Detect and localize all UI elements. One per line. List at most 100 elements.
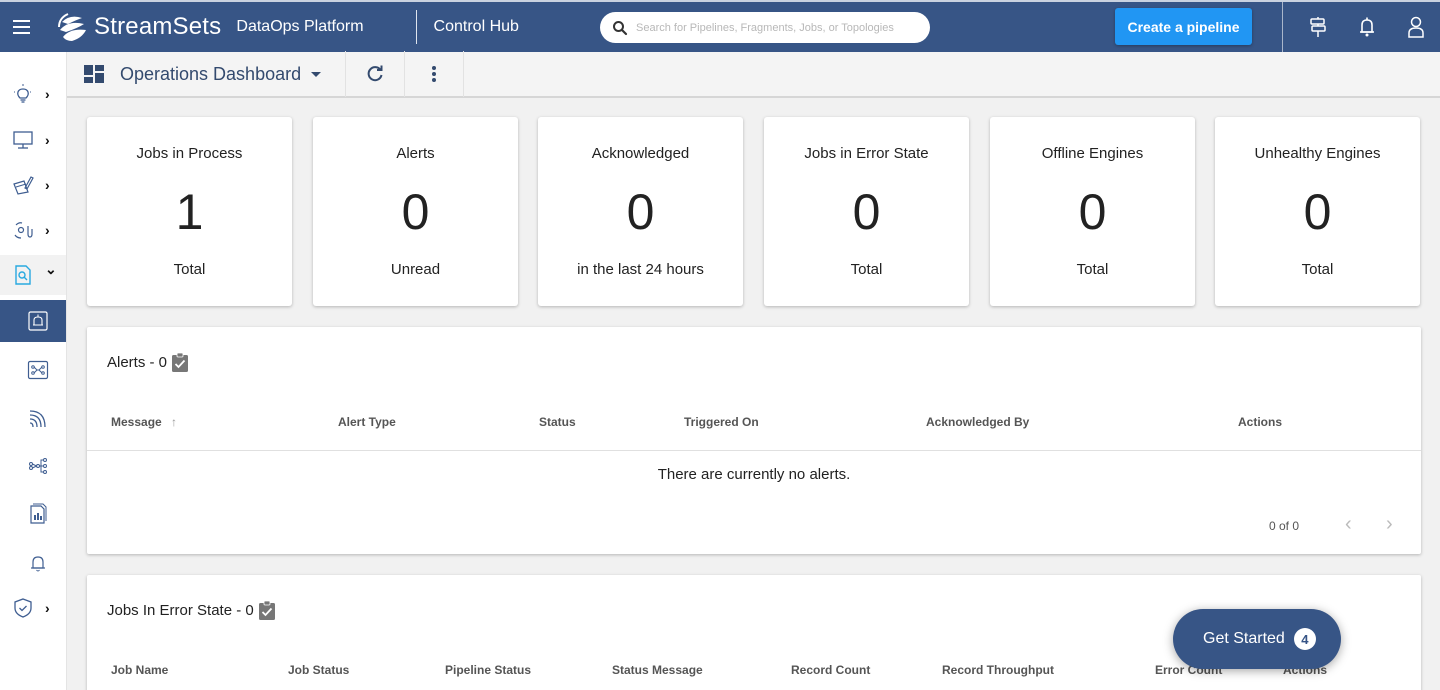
column-header-status-message[interactable]: Status Message bbox=[612, 663, 703, 677]
chevron-right-icon: › bbox=[45, 86, 50, 102]
get-started-button[interactable]: Get Started 4 bbox=[1173, 609, 1341, 669]
pipeline-nodes-icon bbox=[27, 455, 49, 477]
stat-subtitle: in the last 24 hours bbox=[577, 261, 704, 278]
signal-icon bbox=[27, 407, 49, 429]
stat-value: 0 bbox=[401, 184, 430, 240]
search-input[interactable] bbox=[636, 21, 926, 34]
stat-title: Acknowledged bbox=[591, 145, 690, 162]
header-divider bbox=[415, 10, 417, 44]
stat-title: Jobs in Error State bbox=[804, 145, 929, 162]
pagination-range: 0 of 0 bbox=[1269, 519, 1300, 533]
stat-card-offline-engines[interactable]: Offline Engines 0 Total bbox=[990, 117, 1195, 306]
global-search[interactable] bbox=[600, 12, 930, 43]
column-header-pipeline-status[interactable]: Pipeline Status bbox=[445, 663, 531, 677]
dashboard-toolbar: Operations Dashboard bbox=[67, 51, 1440, 98]
stat-card-jobs-in-error[interactable]: Jobs in Error State 0 Total bbox=[764, 117, 969, 306]
lightbulb-icon bbox=[12, 83, 34, 105]
sidebar-item-operate[interactable]: ⌄ bbox=[0, 255, 66, 295]
refresh-icon bbox=[367, 65, 383, 82]
jobs-error-panel-title: Jobs In Error State - 0 bbox=[107, 601, 254, 619]
sidebar-item-fragments[interactable] bbox=[0, 446, 66, 486]
chevron-right-icon: › bbox=[45, 132, 50, 148]
stat-card-jobs-in-process[interactable]: Jobs in Process 1 Total bbox=[87, 117, 292, 306]
user-icon[interactable] bbox=[1403, 14, 1429, 40]
stat-value: 0 bbox=[1303, 184, 1332, 240]
column-header-alert-type[interactable]: Alert Type bbox=[338, 415, 396, 429]
caret-down-icon bbox=[311, 71, 322, 77]
sidebar: › › › › ⌄ › bbox=[0, 52, 67, 690]
shield-check-icon bbox=[12, 597, 34, 619]
chevron-right-icon: › bbox=[45, 177, 50, 193]
next-page-button[interactable]: › bbox=[1386, 513, 1393, 536]
previous-page-button[interactable]: ‹ bbox=[1345, 513, 1352, 536]
stat-card-unhealthy-engines[interactable]: Unhealthy Engines 0 Total bbox=[1215, 117, 1420, 306]
menu-button[interactable] bbox=[0, 2, 42, 52]
stat-card-alerts[interactable]: Alerts 0 Unread bbox=[313, 117, 518, 306]
column-header-message[interactable]: Message ↑ bbox=[111, 415, 177, 429]
search-document-icon bbox=[12, 264, 34, 286]
stat-title: Offline Engines bbox=[1041, 145, 1144, 162]
chevron-down-icon: ⌄ bbox=[45, 261, 57, 277]
stat-subtitle: Total bbox=[173, 261, 206, 278]
engines-icon bbox=[12, 219, 34, 241]
create-pipeline-button[interactable]: Create a pipeline bbox=[1115, 8, 1252, 45]
table-header-divider bbox=[87, 450, 1421, 451]
streamsets-logo[interactable]: StreamSets bbox=[56, 10, 221, 44]
dashboard-selector[interactable]: Operations Dashboard bbox=[67, 51, 347, 97]
alarm-icon bbox=[27, 310, 49, 332]
chevron-right-icon: › bbox=[45, 222, 50, 238]
stat-subtitle: Total bbox=[850, 261, 883, 278]
get-started-label: Get Started bbox=[1203, 630, 1285, 647]
more-options-button[interactable] bbox=[405, 51, 465, 97]
hamburger-icon bbox=[12, 18, 30, 36]
chevron-right-icon: › bbox=[45, 600, 50, 616]
stat-subtitle: Total bbox=[1301, 261, 1334, 278]
column-header-acknowledged-by[interactable]: Acknowledged By bbox=[926, 415, 1029, 429]
streamsets-logo-icon bbox=[58, 13, 86, 41]
sidebar-item-security[interactable]: › bbox=[0, 588, 66, 628]
empty-alerts-message: There are currently no alerts. bbox=[657, 466, 851, 483]
signpost-icon[interactable] bbox=[1305, 14, 1331, 40]
sidebar-item-reports[interactable] bbox=[0, 494, 66, 534]
sidebar-item-monitor[interactable]: › bbox=[0, 120, 66, 160]
stat-value: 0 bbox=[1078, 184, 1107, 240]
dashboard-icon bbox=[84, 65, 104, 83]
sidebar-item-getting-started[interactable]: › bbox=[0, 74, 66, 114]
stat-subtitle: Unread bbox=[390, 261, 441, 278]
column-header-record-count[interactable]: Record Count bbox=[791, 663, 870, 677]
header-divider-right bbox=[1282, 2, 1283, 52]
product-name[interactable]: Control Hub bbox=[434, 18, 519, 36]
column-header-job-status[interactable]: Job Status bbox=[288, 663, 349, 677]
column-header-triggered-on[interactable]: Triggered On bbox=[684, 415, 759, 429]
clipboard-check-icon[interactable] bbox=[258, 600, 276, 620]
stat-subtitle: Total bbox=[1076, 261, 1109, 278]
column-header-job-name[interactable]: Job Name bbox=[111, 663, 168, 677]
dashboard-title: Operations Dashboard bbox=[120, 63, 302, 84]
stat-title: Unhealthy Engines bbox=[1254, 145, 1381, 162]
search-icon bbox=[613, 20, 628, 35]
column-header-actions: Actions bbox=[1238, 415, 1283, 429]
jobs-error-panel-header: Jobs In Error State - 0 bbox=[107, 600, 276, 620]
alerts-panel-title: Alerts - 0 bbox=[107, 353, 168, 371]
stat-value: 0 bbox=[852, 184, 881, 240]
stat-card-acknowledged[interactable]: Acknowledged 0 in the last 24 hours bbox=[538, 117, 743, 306]
sidebar-item-deploy[interactable]: › bbox=[0, 210, 66, 250]
column-header-record-throughput[interactable]: Record Throughput bbox=[942, 663, 1054, 677]
sidebar-item-notifications[interactable] bbox=[0, 543, 66, 583]
clipboard-check-icon[interactable] bbox=[171, 352, 189, 372]
sidebar-item-alerts-dashboard[interactable] bbox=[0, 300, 66, 342]
sidebar-item-topologies[interactable] bbox=[0, 350, 66, 390]
refresh-button[interactable] bbox=[346, 51, 406, 97]
stat-title: Jobs in Process bbox=[136, 145, 243, 162]
bell-icon[interactable] bbox=[1354, 14, 1380, 40]
sidebar-item-subscriptions[interactable] bbox=[0, 398, 66, 438]
topology-icon bbox=[27, 359, 49, 381]
stat-title: Alerts bbox=[396, 145, 435, 162]
sidebar-item-build[interactable]: › bbox=[0, 165, 66, 205]
alerts-panel-header: Alerts - 0 bbox=[107, 352, 189, 372]
get-started-count-badge: 4 bbox=[1293, 628, 1316, 650]
column-header-status[interactable]: Status bbox=[539, 415, 576, 429]
stat-value: 0 bbox=[626, 184, 655, 240]
top-navigation-bar: StreamSets DataOps Platform Control Hub … bbox=[0, 0, 1440, 52]
brand-name: StreamSets bbox=[94, 13, 222, 40]
